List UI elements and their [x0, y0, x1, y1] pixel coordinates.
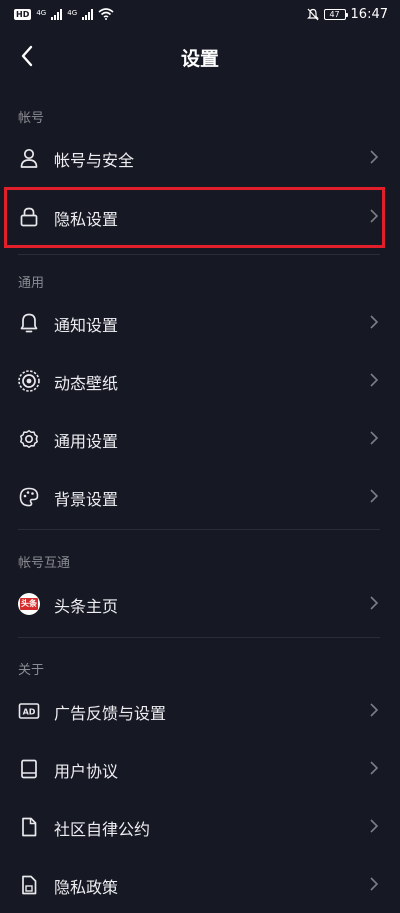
hd-indicator: HD: [14, 8, 32, 20]
chevron-right-icon: [370, 761, 379, 775]
settings-item-account-security[interactable]: 帐号与安全: [0, 128, 400, 186]
settings-item-label: 通用设置: [54, 432, 119, 451]
gear-icon: [17, 427, 41, 451]
section-label-about: 关于: [18, 663, 45, 678]
chevron-right-icon: [370, 819, 379, 833]
network-type-2: 4G: [67, 9, 78, 17]
chevron-right-icon: [370, 150, 379, 164]
settings-item-toutiao-homepage[interactable]: 头条 头条主页: [0, 574, 400, 632]
toutiao-badge-text: 头条: [20, 598, 38, 610]
chevron-right-icon: [370, 703, 379, 717]
document-icon: [17, 815, 41, 839]
ad-icon-text: AD: [23, 707, 36, 716]
section-label-linked-accounts: 帐号互通: [18, 556, 71, 571]
settings-item-ad-feedback[interactable]: AD 广告反馈与设置: [0, 681, 400, 739]
settings-item-community-guidelines[interactable]: 社区自律公约: [0, 797, 400, 855]
chevron-right-icon: [370, 489, 379, 503]
settings-item-notifications[interactable]: 通知设置: [0, 293, 400, 351]
chevron-right-icon: [370, 373, 379, 387]
settings-item-live-wallpaper[interactable]: 动态壁纸: [0, 351, 400, 409]
clock: 16:47: [350, 6, 388, 22]
status-right: 47 16:47: [306, 6, 388, 22]
settings-item-label: 隐私政策: [54, 878, 119, 897]
lock-document-icon: [17, 873, 41, 897]
status-bar: HD 4G 4G 47 16:47: [0, 0, 400, 28]
settings-item-label: 广告反馈与设置: [54, 704, 167, 723]
settings-item-label: 帐号与安全: [54, 151, 135, 170]
chevron-right-icon: [370, 596, 379, 610]
status-left: HD 4G 4G: [14, 8, 114, 20]
signal-icon-2: [82, 8, 94, 20]
chevron-right-icon: [370, 431, 379, 445]
toutiao-logo-icon: 头条: [17, 592, 41, 616]
battery-icon: 47: [323, 8, 348, 20]
settings-item-label: 用户协议: [54, 762, 119, 781]
settings-item-background[interactable]: 背景设置: [0, 467, 400, 525]
settings-item-label: 通知设置: [54, 316, 119, 335]
wallpaper-icon: [17, 369, 41, 393]
person-icon: [17, 146, 41, 170]
page-title: 设置: [180, 48, 219, 70]
ad-icon: AD: [17, 699, 41, 723]
chevron-right-icon: [370, 315, 379, 329]
signal-icon: [51, 8, 63, 20]
divider: [18, 637, 380, 638]
settings-item-general[interactable]: 通用设置: [0, 409, 400, 467]
settings-item-label: 动态壁纸: [54, 374, 119, 393]
chevron-right-icon: [370, 877, 379, 891]
palette-icon: [17, 485, 41, 509]
network-type-1: 4G: [36, 9, 47, 17]
section-label-account: 帐号: [18, 111, 45, 126]
privacy-highlight-box: [4, 187, 385, 248]
section-label-general: 通用: [18, 276, 45, 291]
settings-item-privacy-policy[interactable]: 隐私政策: [0, 855, 400, 913]
mute-bell-icon: [306, 8, 319, 20]
divider: [18, 529, 380, 530]
wifi-icon: [98, 8, 114, 20]
battery-level: 47: [329, 9, 340, 19]
settings-item-label: 头条主页: [54, 597, 119, 616]
settings-item-label: 背景设置: [54, 490, 119, 509]
header: 设置: [0, 28, 400, 84]
settings-item-user-agreement[interactable]: 用户协议: [0, 739, 400, 797]
bell-icon: [17, 311, 41, 335]
divider: [18, 254, 380, 255]
settings-item-label: 社区自律公约: [54, 820, 151, 839]
book-icon: [17, 757, 41, 781]
